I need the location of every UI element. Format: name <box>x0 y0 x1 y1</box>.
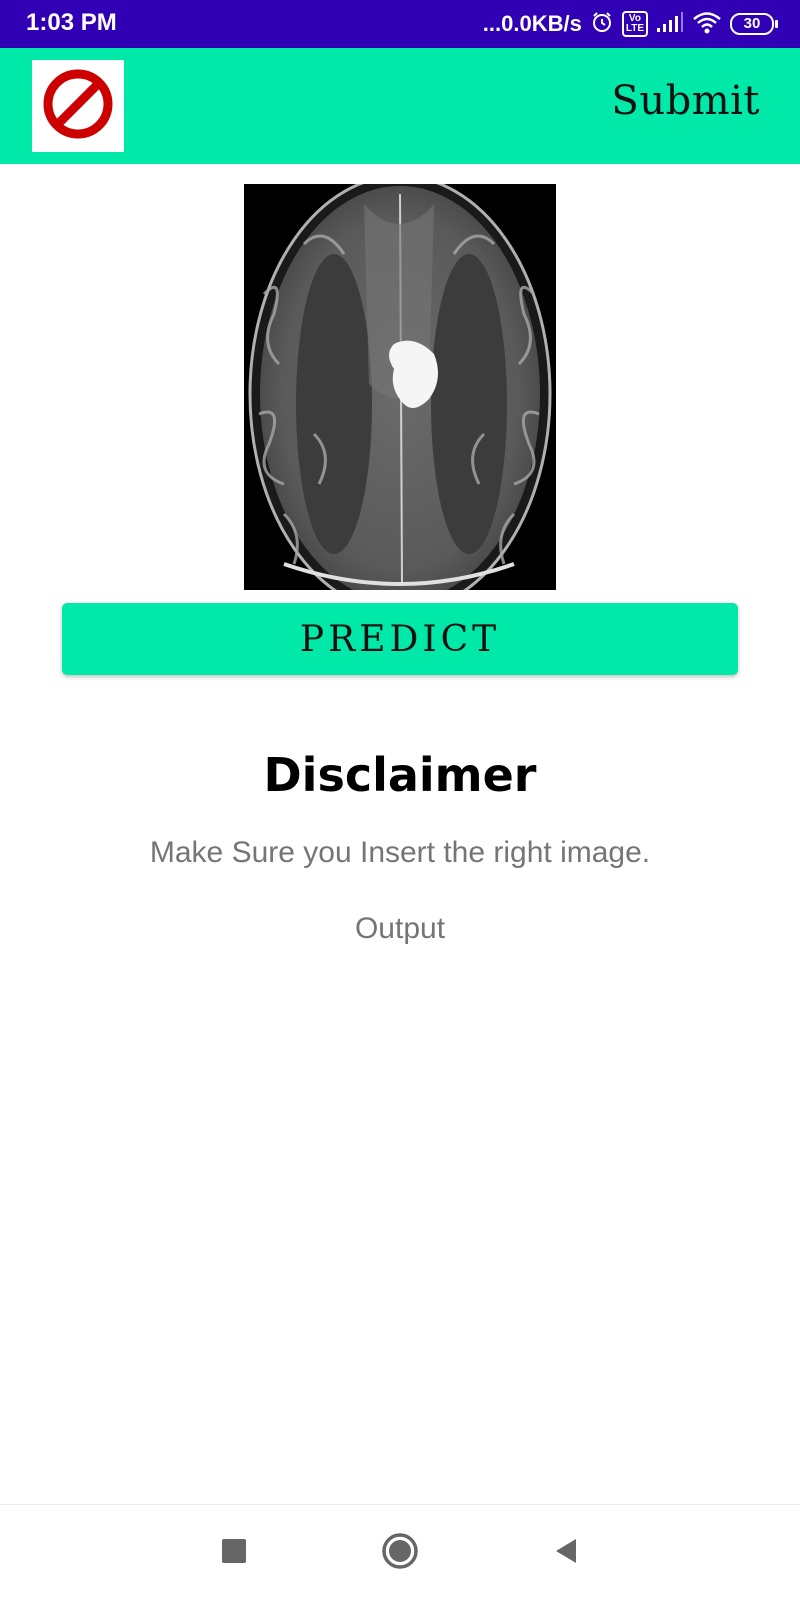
recent-apps-icon <box>221 1538 247 1569</box>
app-logo <box>32 60 124 152</box>
navigation-bar <box>0 1504 800 1601</box>
status-bar: 1:03 PM ...0.0KB/s Vo LTE 30 <box>0 0 800 48</box>
battery-icon: 30 <box>730 13 778 35</box>
predict-button-label: PREDICT <box>299 618 501 660</box>
disclaimer-title: Disclaimer <box>263 748 537 802</box>
status-indicators: ...0.0KB/s Vo LTE 30 <box>483 9 778 39</box>
wifi-icon <box>692 10 722 39</box>
mri-scan-image[interactable] <box>244 184 556 590</box>
output-text: Output <box>354 912 446 945</box>
volte-icon: Vo LTE <box>621 11 648 37</box>
predict-button[interactable]: PREDICT <box>62 603 738 675</box>
network-speed: ...0.0KB/s <box>482 11 582 36</box>
alarm-icon <box>590 10 614 39</box>
disclaimer-text: Make Sure you Insert the right image. <box>149 836 651 869</box>
no-entry-icon <box>41 67 115 146</box>
app-bar: Submit <box>0 48 800 164</box>
recent-apps-button[interactable] <box>212 1531 256 1575</box>
home-icon <box>380 1531 420 1576</box>
submit-button[interactable]: Submit <box>611 78 760 124</box>
signal-icon <box>656 11 684 38</box>
back-button[interactable] <box>544 1531 588 1575</box>
status-time: 1:03 PM <box>26 9 117 36</box>
battery-level: 30 <box>730 13 774 35</box>
back-icon <box>552 1537 580 1570</box>
home-button[interactable] <box>378 1531 422 1575</box>
